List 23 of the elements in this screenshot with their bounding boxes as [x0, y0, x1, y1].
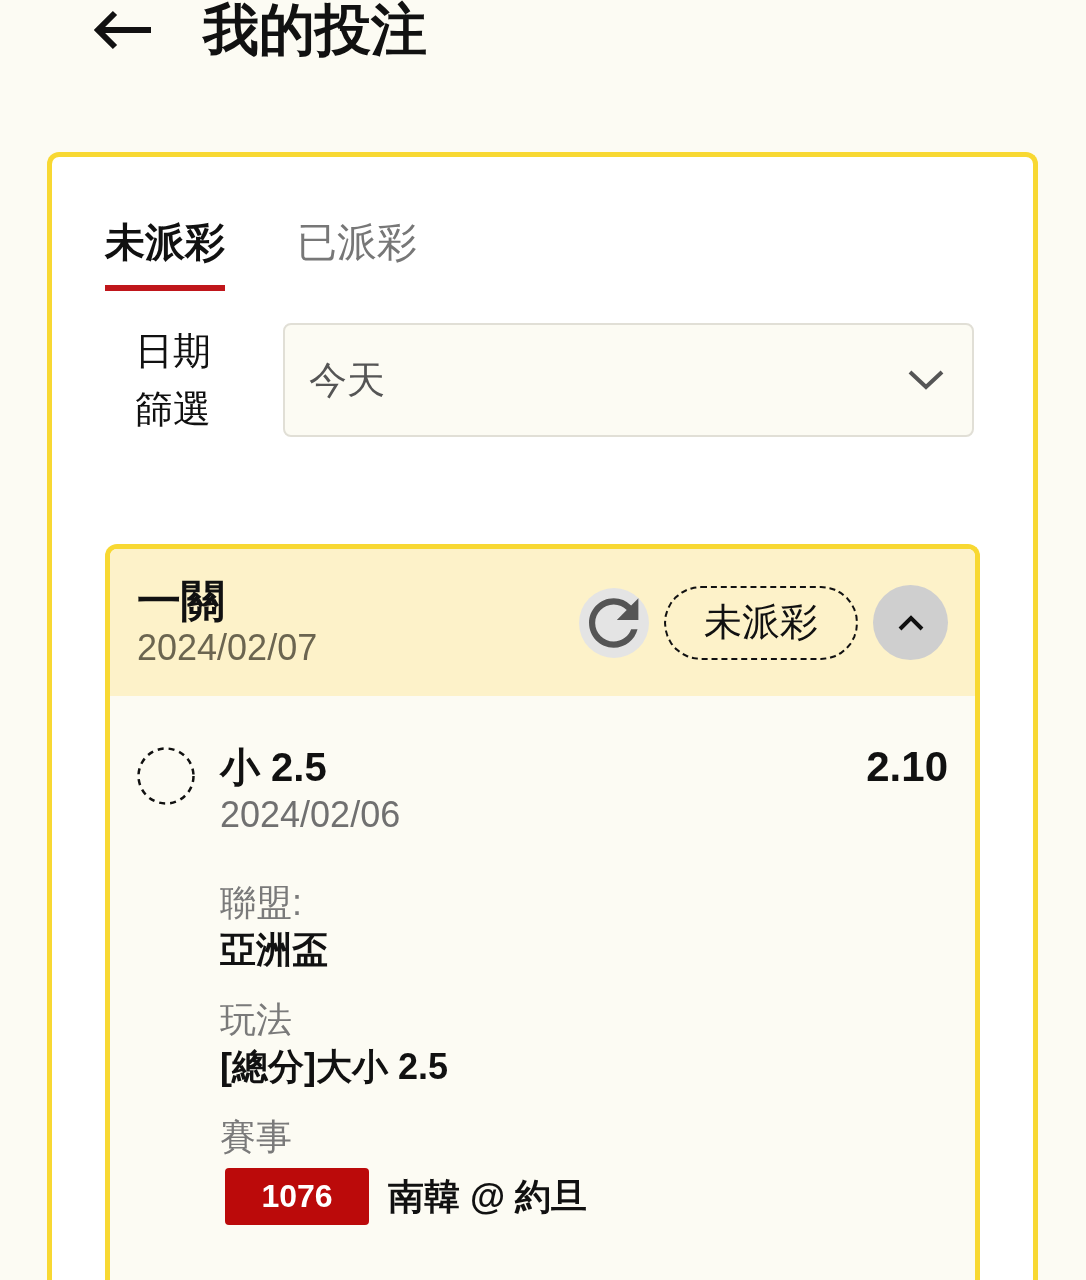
detail-value: 亞洲盃 [220, 928, 329, 972]
match-teams: 南韓 @ 約旦 [388, 1174, 588, 1219]
bet-date: 2024/02/07 [137, 625, 318, 670]
bet-type: 一關 [137, 575, 226, 626]
tab[interactable]: 未派彩 [105, 220, 225, 291]
detail-label: 賽事 [220, 1115, 293, 1159]
status-tag: 未派彩 [664, 585, 858, 660]
page-title: 我的投注 [203, 0, 427, 60]
back-arrow-icon[interactable] [93, 10, 153, 50]
dashed-circle-icon [137, 747, 195, 805]
detail-label: 玩法 [220, 998, 293, 1042]
tab[interactable]: 已派彩 [297, 220, 417, 291]
selection-pick: 小 2.5 [220, 744, 327, 791]
selection-date: 2024/02/06 [220, 793, 402, 837]
date-select[interactable]: 今天 [283, 323, 974, 437]
odds-value: 2.10 [866, 742, 948, 792]
match-number: 1076 [225, 1168, 369, 1225]
detail-value: [總分]大小 2.5 [220, 1045, 450, 1089]
refresh-icon [589, 597, 639, 648]
date-filter-label: 日期篩選 [135, 329, 211, 432]
chevron-down-icon [908, 370, 944, 390]
detail-label: 聯盟: [220, 881, 303, 925]
caret-icon [897, 614, 924, 631]
